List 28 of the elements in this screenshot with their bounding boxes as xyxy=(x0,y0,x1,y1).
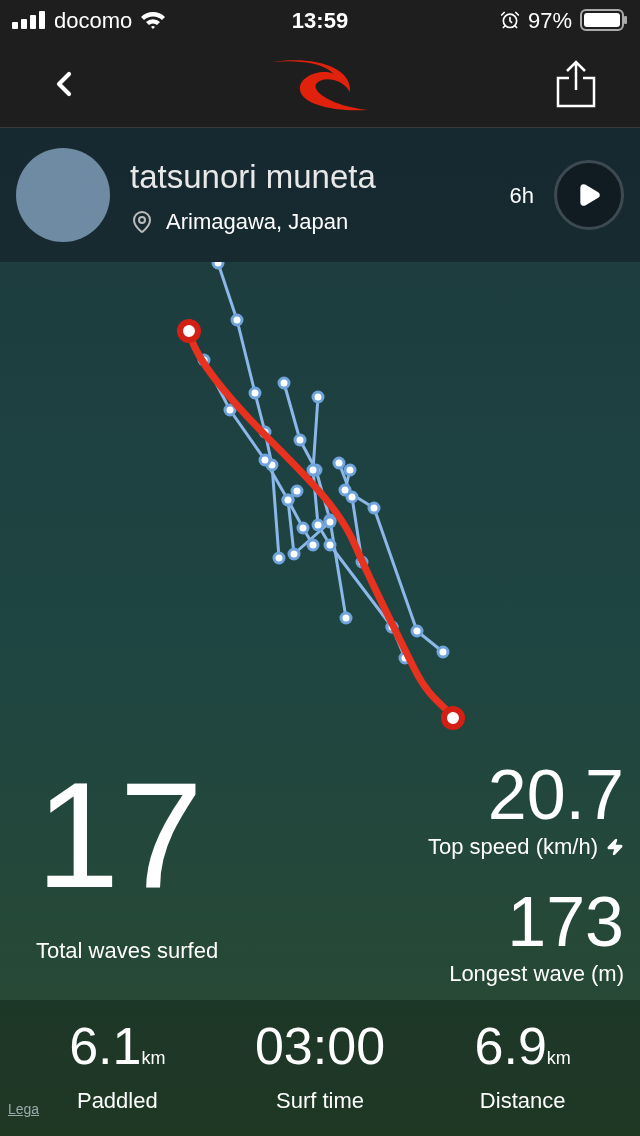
signal-icon xyxy=(12,11,46,29)
summary-label: Surf time xyxy=(275,1086,364,1115)
summary-value: 6.1 xyxy=(69,1019,142,1072)
battery-icon xyxy=(580,9,628,31)
clock-time: 13:59 xyxy=(291,6,349,35)
top-speed-value: 20.7 xyxy=(487,760,624,830)
legal-link[interactable]: Lega xyxy=(8,1099,40,1120)
waves-label: Total waves surfed xyxy=(36,937,219,965)
summary-label: Distance xyxy=(479,1086,566,1115)
longest-wave-value: 173 xyxy=(507,887,624,957)
lightning-icon xyxy=(606,837,624,856)
summary-value: 6.9 xyxy=(474,1019,547,1072)
battery-percent: 97% xyxy=(527,6,572,35)
summary-unit: km xyxy=(546,1046,571,1070)
location-name: Arimagawa, Japan xyxy=(166,208,349,237)
location-pin-icon xyxy=(130,209,154,234)
waves-count: 17 xyxy=(36,760,204,910)
alarm-icon xyxy=(499,10,520,30)
session-age: 6h xyxy=(509,181,534,210)
surfer-name: tatsunori muneta xyxy=(130,156,377,197)
summary-unit: km xyxy=(141,1046,166,1070)
summary-value: 03:00 xyxy=(254,1019,386,1072)
wifi-icon xyxy=(140,10,167,30)
longest-wave-label: Longest wave (m) xyxy=(449,960,624,988)
summary-label: Paddled xyxy=(76,1086,158,1115)
carrier-name: docomo xyxy=(54,6,133,35)
share-icon xyxy=(556,59,596,108)
top-speed-label: Top speed (km/h) xyxy=(428,833,598,861)
